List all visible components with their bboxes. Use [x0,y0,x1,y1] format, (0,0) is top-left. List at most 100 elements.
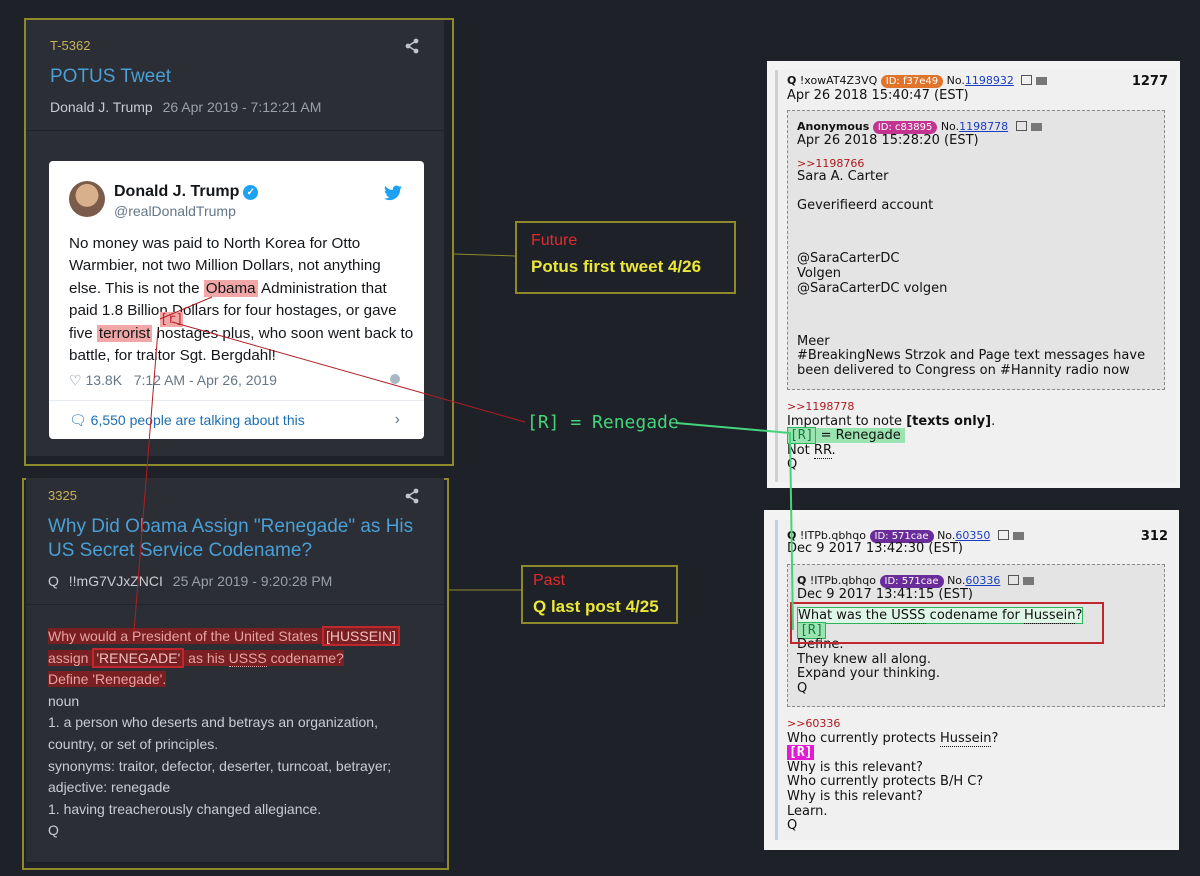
q-card: 3325 Why Did Obama Assign "Renegade" as … [26,478,444,862]
q-line: synonyms: traitor, defector, deserter, t… [48,757,392,774]
post-date: Dec 9 2017 13:41:15 (EST) [797,587,973,602]
post-header: Q !xowAT4Z3VQ ID: f37e49 No.1198932 [787,74,1048,88]
post-number-link[interactable]: 1198932 [965,74,1014,87]
card-id: T-5362 [50,38,91,53]
q-post-bottom: Q !ITPb.qbhqo ID: 571cae No.60350 312 De… [775,520,1176,840]
q-line: adjective: renegade [48,779,171,796]
folder-icon[interactable] [1036,77,1048,85]
tweet-text: No money was paid to North Korea for Ott… [69,235,414,365]
info-icon[interactable] [390,374,400,384]
post-line: [R] [787,745,1167,761]
q-line: 1. having treacherously changed allegian… [48,800,322,817]
card-trip: !!mG7VJxZNCI [68,573,163,589]
card-date: 25 Apr 2019 - 9:20:28 PM [172,573,333,589]
quoted-line [797,228,1152,252]
post-number-link[interactable]: 60336 [965,574,1000,587]
external-link-icon[interactable] [1015,121,1027,131]
q-line: Define 'Renegade'. [48,671,167,688]
card-author: Q [48,573,59,589]
folder-icon[interactable] [1012,532,1024,540]
quoted-line [797,311,1152,335]
quoted-post: Anonymous ID: c83895 No.1198778 Apr 26 2… [787,110,1165,390]
card-divider [26,130,444,131]
q-line: 1. a person who deserts and betrays an o… [48,714,378,752]
share-icon[interactable] [404,38,420,54]
post-line: Learn. [787,803,828,819]
external-link-icon[interactable] [997,530,1009,540]
post-line: Why is this relevant? [787,788,923,804]
verified-badge-icon: ✓ [243,185,259,200]
tweet-talking-link[interactable]: 🗨 6,550 people are talking about this [69,412,305,429]
external-link-icon[interactable] [1007,575,1019,585]
quoted-line: They knew all along. [797,651,932,667]
quoted-line: #BreakingNews Strzok and Page text messa… [797,348,1146,378]
quoted-line [797,185,1152,200]
past-callout: Past Q last post 4/25 [521,565,678,624]
tweet-divider [49,400,424,401]
heart-icon[interactable]: ♡ [69,372,82,388]
highlight-box [790,602,1104,644]
quoted-line [797,296,1152,311]
post-header: Anonymous ID: c83895 No.1198778 [797,120,1042,134]
twitter-bird-icon[interactable] [384,185,402,201]
quoted-line: Sara A. Carter [797,169,889,184]
tweet-handle: @realDonaldTrump [114,203,236,219]
r-marker: [r] [160,312,184,327]
post-line: [R] = Renegade [787,427,1167,445]
quoted-line: Expand your thinking. [797,666,941,682]
quoted-line: Geverifieerd account [797,198,934,214]
post-line: Q [787,457,798,473]
comment-icon: 🗨 [69,412,87,428]
card-title[interactable]: POTUS Tweet [50,65,171,89]
folder-icon[interactable] [1030,123,1042,131]
callout-label: Past [533,572,566,589]
q-line: assign 'RENEGADE' as his USSS codename? [48,647,344,668]
q-card-body: Why would a President of the United Stat… [48,626,420,842]
id-badge[interactable]: ID: f37e49 [880,75,944,88]
renegade-label: [R] = Renegade [527,412,679,433]
quoted-line: @SaraCarterDC [797,251,900,267]
post-line: Who currently protects B/H C? [787,774,984,790]
q-line: Q [48,822,59,839]
card-title[interactable]: Why Did Obama Assign "Renegade" as His U… [48,515,428,563]
post-body: >>1198778 Important to note [texts only]… [787,400,1167,473]
post-number-link[interactable]: 1198778 [959,120,1008,133]
share-icon[interactable] [404,488,420,504]
card-meta: Donald J. Trump 26 Apr 2019 - 7:12:21 AM [50,99,321,115]
q-line: noun [48,692,80,709]
post-line: Important to note [texts only]. [787,413,996,429]
tweet-embed[interactable]: Donald J. Trump ✓ @realDonaldTrump No mon… [49,161,424,439]
card-meta: Q !!mG7VJxZNCI 25 Apr 2019 - 9:20:28 PM [48,573,332,589]
quoted-line: Volgen [797,265,841,281]
tweet-likes: 13.8K [85,372,123,388]
post-reference[interactable]: >>1198778 [787,400,1167,415]
tweet-name: Donald J. Trump ✓ [114,183,259,201]
r-badge: [R] [787,745,815,761]
external-link-icon[interactable] [1021,75,1033,85]
callout-label: Future [531,232,578,249]
post-count: 1277 [1131,74,1168,89]
post-header: Q !ITPb.qbhqo ID: 571cae No.60336 [797,574,1034,588]
highlight-obama: Obama [203,279,258,297]
post-line: Not RR. [787,442,836,459]
post-line: Q [787,818,798,834]
r-badge: [R] [787,427,817,445]
post-date: Apr 26 2018 15:40:47 (EST) [787,88,969,103]
card-divider [26,604,444,605]
callout-text: Potus first tweet 4/26 [531,257,702,276]
quoted-body: Sara A. Carter Geverifieerd account @Sar… [797,169,1152,379]
folder-icon[interactable] [1022,577,1034,585]
post-line: Why is this relevant? [787,759,923,775]
card-date: 26 Apr 2019 - 7:12:21 AM [162,99,322,115]
q-post-top: Q !xowAT4Z3VQ ID: f37e49 No.1198932 1277… [775,70,1176,482]
q-line: Why would a President of the United Stat… [48,626,420,648]
future-connector [453,253,516,257]
highlight-terrorist: terrorist [96,324,153,342]
quoted-line [797,214,1152,229]
card-id: 3325 [48,488,77,503]
post-reference[interactable]: >>60336 [787,717,1167,732]
chevron-right-icon[interactable]: › [395,411,400,429]
tweet-time[interactable]: 7:12 AM - Apr 26, 2019 [134,372,277,388]
future-callout: Future Potus first tweet 4/26 [515,221,736,294]
quoted-line: Meer [797,333,830,349]
